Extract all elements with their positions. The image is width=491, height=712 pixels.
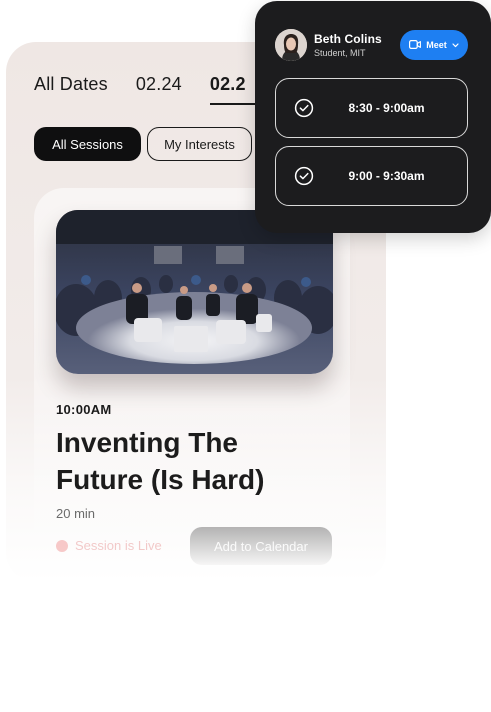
session-duration: 20 min: [56, 506, 96, 521]
chevron-down-icon: [452, 40, 459, 50]
session-time: 10:00AM: [56, 402, 112, 417]
avatar: [275, 29, 307, 61]
add-to-calendar-button[interactable]: Add to Calendar: [190, 527, 332, 565]
session-filters: All Sessions My Interests: [34, 127, 252, 161]
time-slot-0900[interactable]: 9:00 - 9:30am: [275, 146, 468, 206]
meet-button-label: Meet: [426, 40, 447, 50]
date-tabs: All Dates 02.24 02.2: [34, 74, 274, 105]
meeting-popup: Beth Colins Student, MIT Meet 8:30 - 9:0…: [255, 1, 491, 233]
time-slot-0830[interactable]: 8:30 - 9:00am: [275, 78, 468, 138]
meet-button[interactable]: Meet: [400, 30, 468, 60]
time-slot-label: 9:00 - 9:30am: [348, 169, 425, 183]
live-status: Session is Live: [56, 538, 162, 553]
live-status-label: Session is Live: [75, 538, 162, 553]
session-photo: [56, 210, 333, 374]
filter-my-interests[interactable]: My Interests: [147, 127, 252, 161]
check-circle-icon: [294, 166, 314, 186]
time-slot-label: 8:30 - 9:00am: [348, 101, 425, 115]
video-camera-icon: [409, 39, 422, 51]
user-name: Beth Colins: [314, 32, 382, 46]
session-card[interactable]: 10:00AM Inventing The Future (Is Hard) 2…: [34, 188, 350, 582]
session-title: Inventing The Future (Is Hard): [56, 427, 265, 495]
live-dot-icon: [56, 539, 68, 552]
check-circle-icon: [294, 98, 314, 118]
tab-all-dates[interactable]: All Dates: [34, 74, 108, 95]
user-role: Student, MIT: [314, 48, 366, 58]
tab-date-0224[interactable]: 02.24: [136, 74, 182, 95]
tab-date-0225[interactable]: 02.2: [209, 74, 256, 105]
filter-all-sessions[interactable]: All Sessions: [34, 127, 141, 161]
